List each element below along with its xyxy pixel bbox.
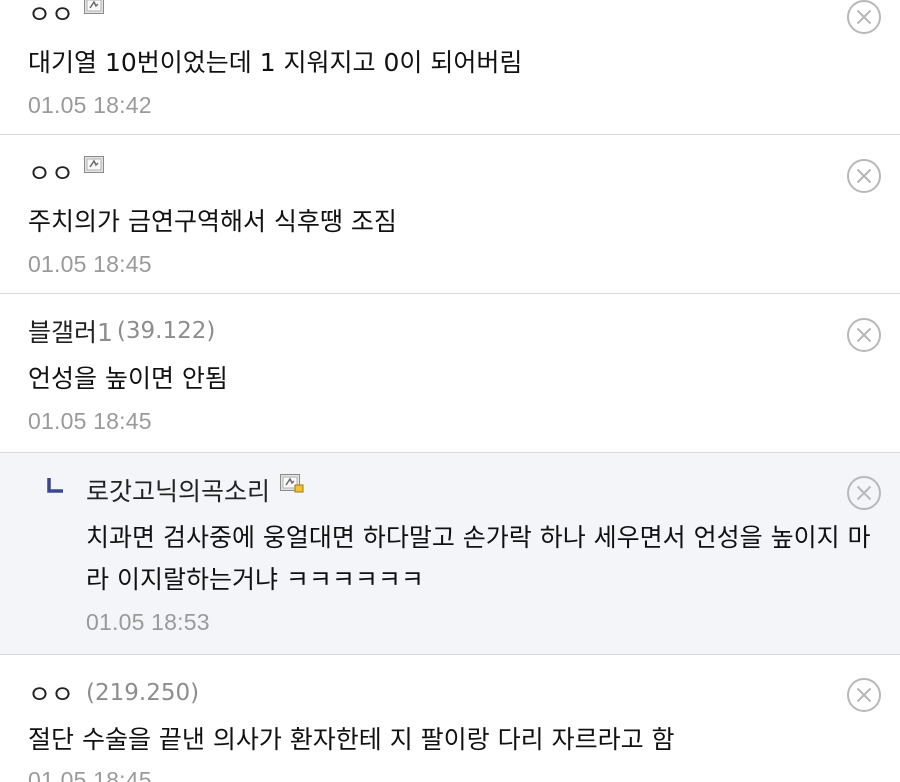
comment-author[interactable]: ㅇㅇ (219.250) — [28, 676, 199, 710]
comment-date: 01.05 18:45 — [28, 408, 152, 434]
comment-body: 대기열 10번이었는데 1 지워지고 0이 되어버림 — [28, 48, 523, 77]
comment-date: 01.05 18:42 — [28, 92, 152, 118]
comment-date: 01.05 18:45 — [28, 767, 152, 782]
close-circle-icon[interactable] — [846, 158, 882, 194]
comment-author[interactable]: ㅇㅇ — [28, 0, 105, 31]
close-circle-icon[interactable] — [846, 317, 882, 353]
gallery-badge-icon — [84, 155, 105, 173]
comment-author[interactable]: ㅇㅇ — [28, 154, 105, 190]
close-circle-icon[interactable] — [846, 475, 882, 511]
comment-body: 치과면 검사중에 웅얼대면 하다말고 손가락 하나 세우면서 언성을 높이지 마… — [86, 523, 871, 594]
comment-item: ㅇㅇ 주치의가 금연구역해서 식후땡 조짐 01.05 18:45 — [0, 135, 900, 294]
comment-list: ㅇㅇ 대기열 10번이었는데 1 지워지고 0이 되어버림 01.05 18:4… — [0, 0, 900, 782]
comment-date: 01.05 18:53 — [86, 609, 210, 635]
comment-author[interactable]: 로갓고닉의곡소리 — [86, 473, 304, 507]
author-name[interactable]: ㅇㅇ — [28, 154, 74, 190]
comment-item: ㅇㅇ (219.250) 절단 수술을 끝낸 의사가 환자한테 지 팔이랑 다리… — [0, 655, 900, 782]
author-name[interactable]: ㅇㅇ — [28, 0, 74, 31]
comment-item: 블갤러1 (39.122) 언성을 높이면 안됨 01.05 18:45 — [0, 294, 900, 453]
author-number: 1 — [97, 318, 113, 347]
comment-body: 언성을 높이면 안됨 — [28, 364, 228, 393]
gallery-badge-icon — [84, 0, 105, 14]
author-ip: (39.122) — [116, 318, 216, 344]
comment-body: 주치의가 금연구역해서 식후땡 조짐 — [28, 207, 397, 236]
reply-item: 로갓고닉의곡소리 치과면 검사중에 웅얼대면 하다말고 손가락 하나 세우면서 … — [0, 453, 900, 655]
reply-arrow-icon — [46, 477, 64, 495]
author-ip: (219.250) — [86, 680, 200, 706]
close-circle-icon[interactable] — [846, 0, 882, 35]
comment-item: ㅇㅇ 대기열 10번이었는데 1 지워지고 0이 되어버림 01.05 18:4… — [0, 0, 900, 135]
comment-author[interactable]: 블갤러1 (39.122) — [28, 314, 215, 348]
author-name[interactable]: 블갤러1 — [28, 313, 113, 349]
gallery-badge-icon — [280, 473, 304, 492]
author-name[interactable]: ㅇㅇ — [28, 675, 74, 711]
comment-body: 절단 수술을 끝낸 의사가 환자한테 지 팔이랑 다리 자르라고 함 — [28, 725, 675, 754]
comment-date: 01.05 18:45 — [28, 251, 152, 277]
author-name[interactable]: 로갓고닉의곡소리 — [86, 472, 270, 508]
author-nick[interactable]: 블갤러 — [28, 318, 97, 347]
close-circle-icon[interactable] — [846, 677, 882, 713]
